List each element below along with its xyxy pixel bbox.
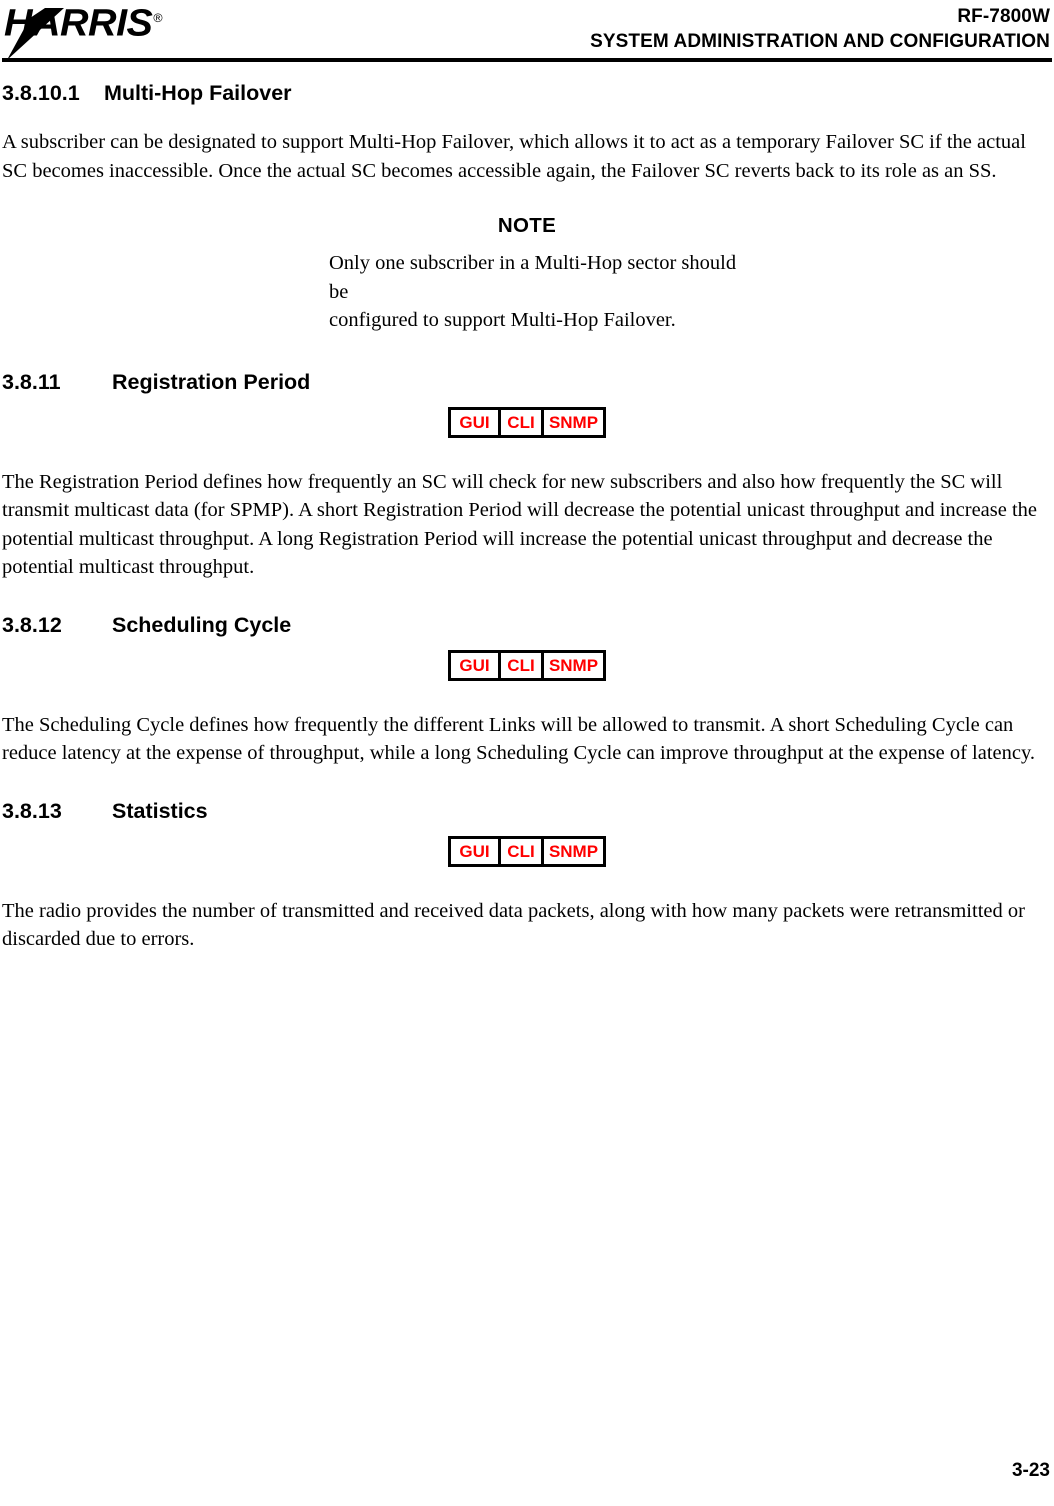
note-line-2: configured to support Multi-Hop Failover… xyxy=(329,309,676,331)
badge-cell-cli[interactable]: CLI xyxy=(498,838,541,864)
section-number: 3.8.12 xyxy=(2,612,62,637)
header-titles: RF-7800W SYSTEM ADMINISTRATION AND CONFI… xyxy=(590,4,1050,54)
heading-registration-period: 3.8.11 Registration Period xyxy=(2,369,1052,395)
page-content: 3.8.10.1 Multi-Hop Failover A subscriber… xyxy=(2,80,1052,954)
header-divider xyxy=(2,58,1052,62)
document-page: HARRIS® RF-7800W SYSTEM ADMINISTRATION A… xyxy=(0,0,1054,1506)
heading-scheduling-cycle: 3.8.12 Scheduling Cycle xyxy=(2,612,1052,638)
section-title: Multi-Hop Failover xyxy=(104,81,292,105)
note-text: Only one subscriber in a Multi-Hop secto… xyxy=(317,249,737,335)
interface-badge: GUI CLI SNMP xyxy=(448,406,606,438)
page-number: 3-23 xyxy=(1011,1460,1050,1481)
badge-cell-gui[interactable]: GUI xyxy=(451,839,498,864)
section-number: 3.8.13 xyxy=(2,798,62,823)
interface-badge-scheduling-cycle: GUI CLI SNMP xyxy=(2,649,1052,681)
interface-badge: GUI CLI SNMP xyxy=(448,835,606,867)
badge-cell-gui[interactable]: GUI xyxy=(451,653,498,678)
heading-multi-hop-failover: 3.8.10.1 Multi-Hop Failover xyxy=(2,80,1052,106)
paragraph-registration-period: The Registration Period defines how freq… xyxy=(2,470,1038,579)
product-name: RF-7800W xyxy=(957,6,1050,27)
interface-badge: GUI CLI SNMP xyxy=(448,649,606,681)
badge-cell-gui[interactable]: GUI xyxy=(451,410,498,435)
section-number: 3.8.11 xyxy=(2,369,61,394)
badge-cell-snmp[interactable]: SNMP xyxy=(541,409,603,435)
paragraph-scheduling-cycle: The Scheduling Cycle defines how frequen… xyxy=(2,713,1036,765)
section-title: Scheduling Cycle xyxy=(112,612,292,637)
note-line-1: Only one subscriber in a Multi-Hop secto… xyxy=(329,252,737,303)
interface-badge-registration-period: GUI CLI SNMP xyxy=(2,406,1052,438)
note-label: NOTE xyxy=(497,214,557,237)
section-title: Registration Period xyxy=(112,369,311,394)
manual-title: SYSTEM ADMINISTRATION AND CONFIGURATION xyxy=(590,31,1050,52)
harris-wordmark-text: HARRIS xyxy=(4,2,153,45)
note-block: NOTE Only one subscriber in a Multi-Hop … xyxy=(2,213,1052,335)
registered-trademark-icon: ® xyxy=(153,11,163,25)
badge-cell-cli[interactable]: CLI xyxy=(498,652,541,678)
section-title: Statistics xyxy=(112,798,208,823)
paragraph-statistics: The radio provides the number of transmi… xyxy=(2,899,1025,951)
section-number: 3.8.10.1 xyxy=(2,81,80,105)
page-header: HARRIS® RF-7800W SYSTEM ADMINISTRATION A… xyxy=(2,0,1052,62)
badge-cell-snmp[interactable]: SNMP xyxy=(541,838,603,864)
badge-cell-snmp[interactable]: SNMP xyxy=(541,652,603,678)
harris-wordmark: HARRIS® xyxy=(4,0,163,44)
badge-cell-cli[interactable]: CLI xyxy=(498,409,541,435)
heading-statistics: 3.8.13 Statistics xyxy=(2,798,1052,824)
paragraph-multi-hop-failover: A subscriber can be designated to suppor… xyxy=(2,131,1026,182)
interface-badge-statistics: GUI CLI SNMP xyxy=(2,835,1052,867)
harris-logo: HARRIS® xyxy=(2,0,302,75)
